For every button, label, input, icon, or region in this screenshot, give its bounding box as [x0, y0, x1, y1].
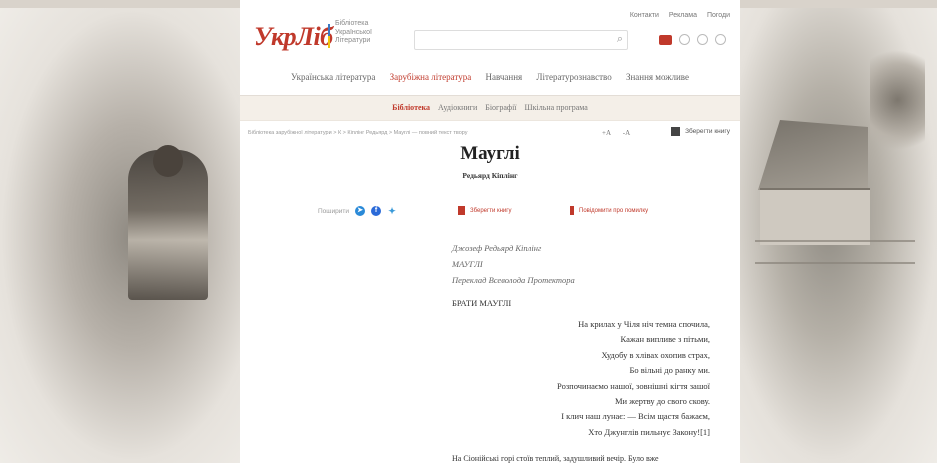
top-link-contacts[interactable]: Контакти [630, 12, 659, 19]
verse-line: Хто Джунглів пильнує Закону![1] [588, 426, 710, 437]
main-content: УкрЛіб Бібліотека Української Літератури… [240, 0, 740, 463]
logo-sub-line: Української [335, 28, 372, 36]
font-size-controls: +A -A [602, 129, 640, 137]
subnav-item-biographies[interactable]: Біографії [485, 103, 516, 112]
logo-sub-line: Літератури [335, 37, 371, 44]
top-link-weather[interactable]: Погоди [707, 12, 730, 19]
logo-sub-line: Бібліотека [335, 20, 369, 27]
woman-head-image [153, 145, 183, 177]
font-increase-button[interactable]: +A [602, 129, 611, 137]
save-book-label: Зберегти книгу [685, 128, 730, 135]
verse-line: І клич наш лунає: — Всім щастя бажаєм, [561, 411, 710, 422]
flag-icon [570, 206, 574, 215]
sub-nav: Бібліотека Аудіокниги Біографії Шкільна … [240, 96, 740, 121]
house-wall-image [760, 188, 870, 245]
nav-item-foreign-literature[interactable]: Зарубіжна література [390, 72, 472, 82]
share-bar: Поширити ➤ f ✦ [318, 206, 397, 216]
nav-item-knowledge[interactable]: Знання можливе [626, 72, 689, 82]
verse-block: На крилах у Чіля ніч темна спочила, Кажа… [557, 317, 710, 440]
verse-line: На крилах у Чіля ніч темна спочила, [578, 319, 710, 329]
logo-subtitle: Бібліотека Української Літератури [335, 20, 395, 46]
social-links [659, 34, 726, 45]
verse-line: Розпочинаємо нашої, зовнішні кігтя зашої [557, 380, 710, 391]
book-header-block: Джозеф Редьярд Кіплінг МАУГЛІ Переклад В… [452, 240, 575, 288]
facebook-icon[interactable] [697, 34, 708, 45]
report-error-button[interactable]: Повідомити про помилку [570, 206, 648, 215]
facebook-share-icon[interactable]: f [371, 206, 381, 216]
search-input[interactable]: ⌕ [414, 30, 628, 50]
fence-image [755, 240, 915, 264]
save-book-button[interactable]: Зберегти книгу [671, 127, 730, 136]
tree-image [870, 40, 925, 160]
verse-line: Кажан випливе з пітьми, [620, 334, 710, 345]
search-icon[interactable]: ⌕ [617, 33, 623, 46]
telegram-icon[interactable] [715, 34, 726, 45]
top-links: Контакти Реклама Погоди [622, 12, 730, 19]
verse-line: Бо вільні до ранку ми. [629, 365, 711, 376]
section-title: БРАТИ МАУГЛІ [452, 298, 512, 308]
header-line: Джозеф Редьярд Кіплінг [452, 243, 542, 253]
report-error-label: Повідомити про помилку [579, 207, 649, 214]
nav-item-ukrainian-literature[interactable]: Українська література [291, 72, 375, 82]
verse-line: Худобу в хлівах охопив страх, [601, 349, 710, 360]
bookmark-icon [458, 206, 465, 215]
subnav-item-library[interactable]: Бібліотека [392, 103, 430, 112]
nav-item-literary-studies[interactable]: Літературознавство [536, 72, 611, 82]
youtube-icon[interactable] [659, 34, 672, 45]
bookmark-icon [671, 127, 681, 136]
header: УкрЛіб Бібліотека Української Літератури… [240, 0, 740, 96]
book-author[interactable]: Редьярд Кіплінг [240, 171, 740, 180]
bookmark-label: Зберегти книгу [470, 207, 512, 214]
subnav-item-school-program[interactable]: Шкільна програма [525, 103, 588, 112]
prose-paragraph: На Сіонійські горі стоїв теплий, задушли… [452, 454, 659, 463]
share-label: Поширити [318, 207, 349, 215]
top-link-ads[interactable]: Реклама [669, 12, 697, 19]
bookmark-button[interactable]: Зберегти книгу [458, 206, 511, 215]
verse-line: Ми жертву до свого скову. [614, 396, 710, 407]
header-line: Переклад Всеволода Протектора [452, 275, 575, 285]
twitter-share-icon[interactable]: ✦ [387, 206, 397, 216]
logo-flag-bar [328, 24, 330, 48]
header-line: МАУГЛІ [452, 259, 483, 269]
nav-item-education[interactable]: Навчання [485, 72, 522, 82]
telegram-share-icon[interactable]: ➤ [355, 206, 365, 216]
subnav-item-audiobooks[interactable]: Аудіокниги [438, 103, 477, 112]
font-decrease-button[interactable]: -A [623, 129, 630, 137]
site-logo[interactable]: УкрЛіб [254, 22, 333, 52]
page-title: Мауглі [460, 143, 520, 164]
main-nav: Українська література Зарубіжна літерату… [240, 72, 740, 82]
instagram-icon[interactable] [679, 34, 690, 45]
breadcrumb[interactable]: Бібліотека зарубіжної літератури > К > К… [248, 130, 468, 136]
